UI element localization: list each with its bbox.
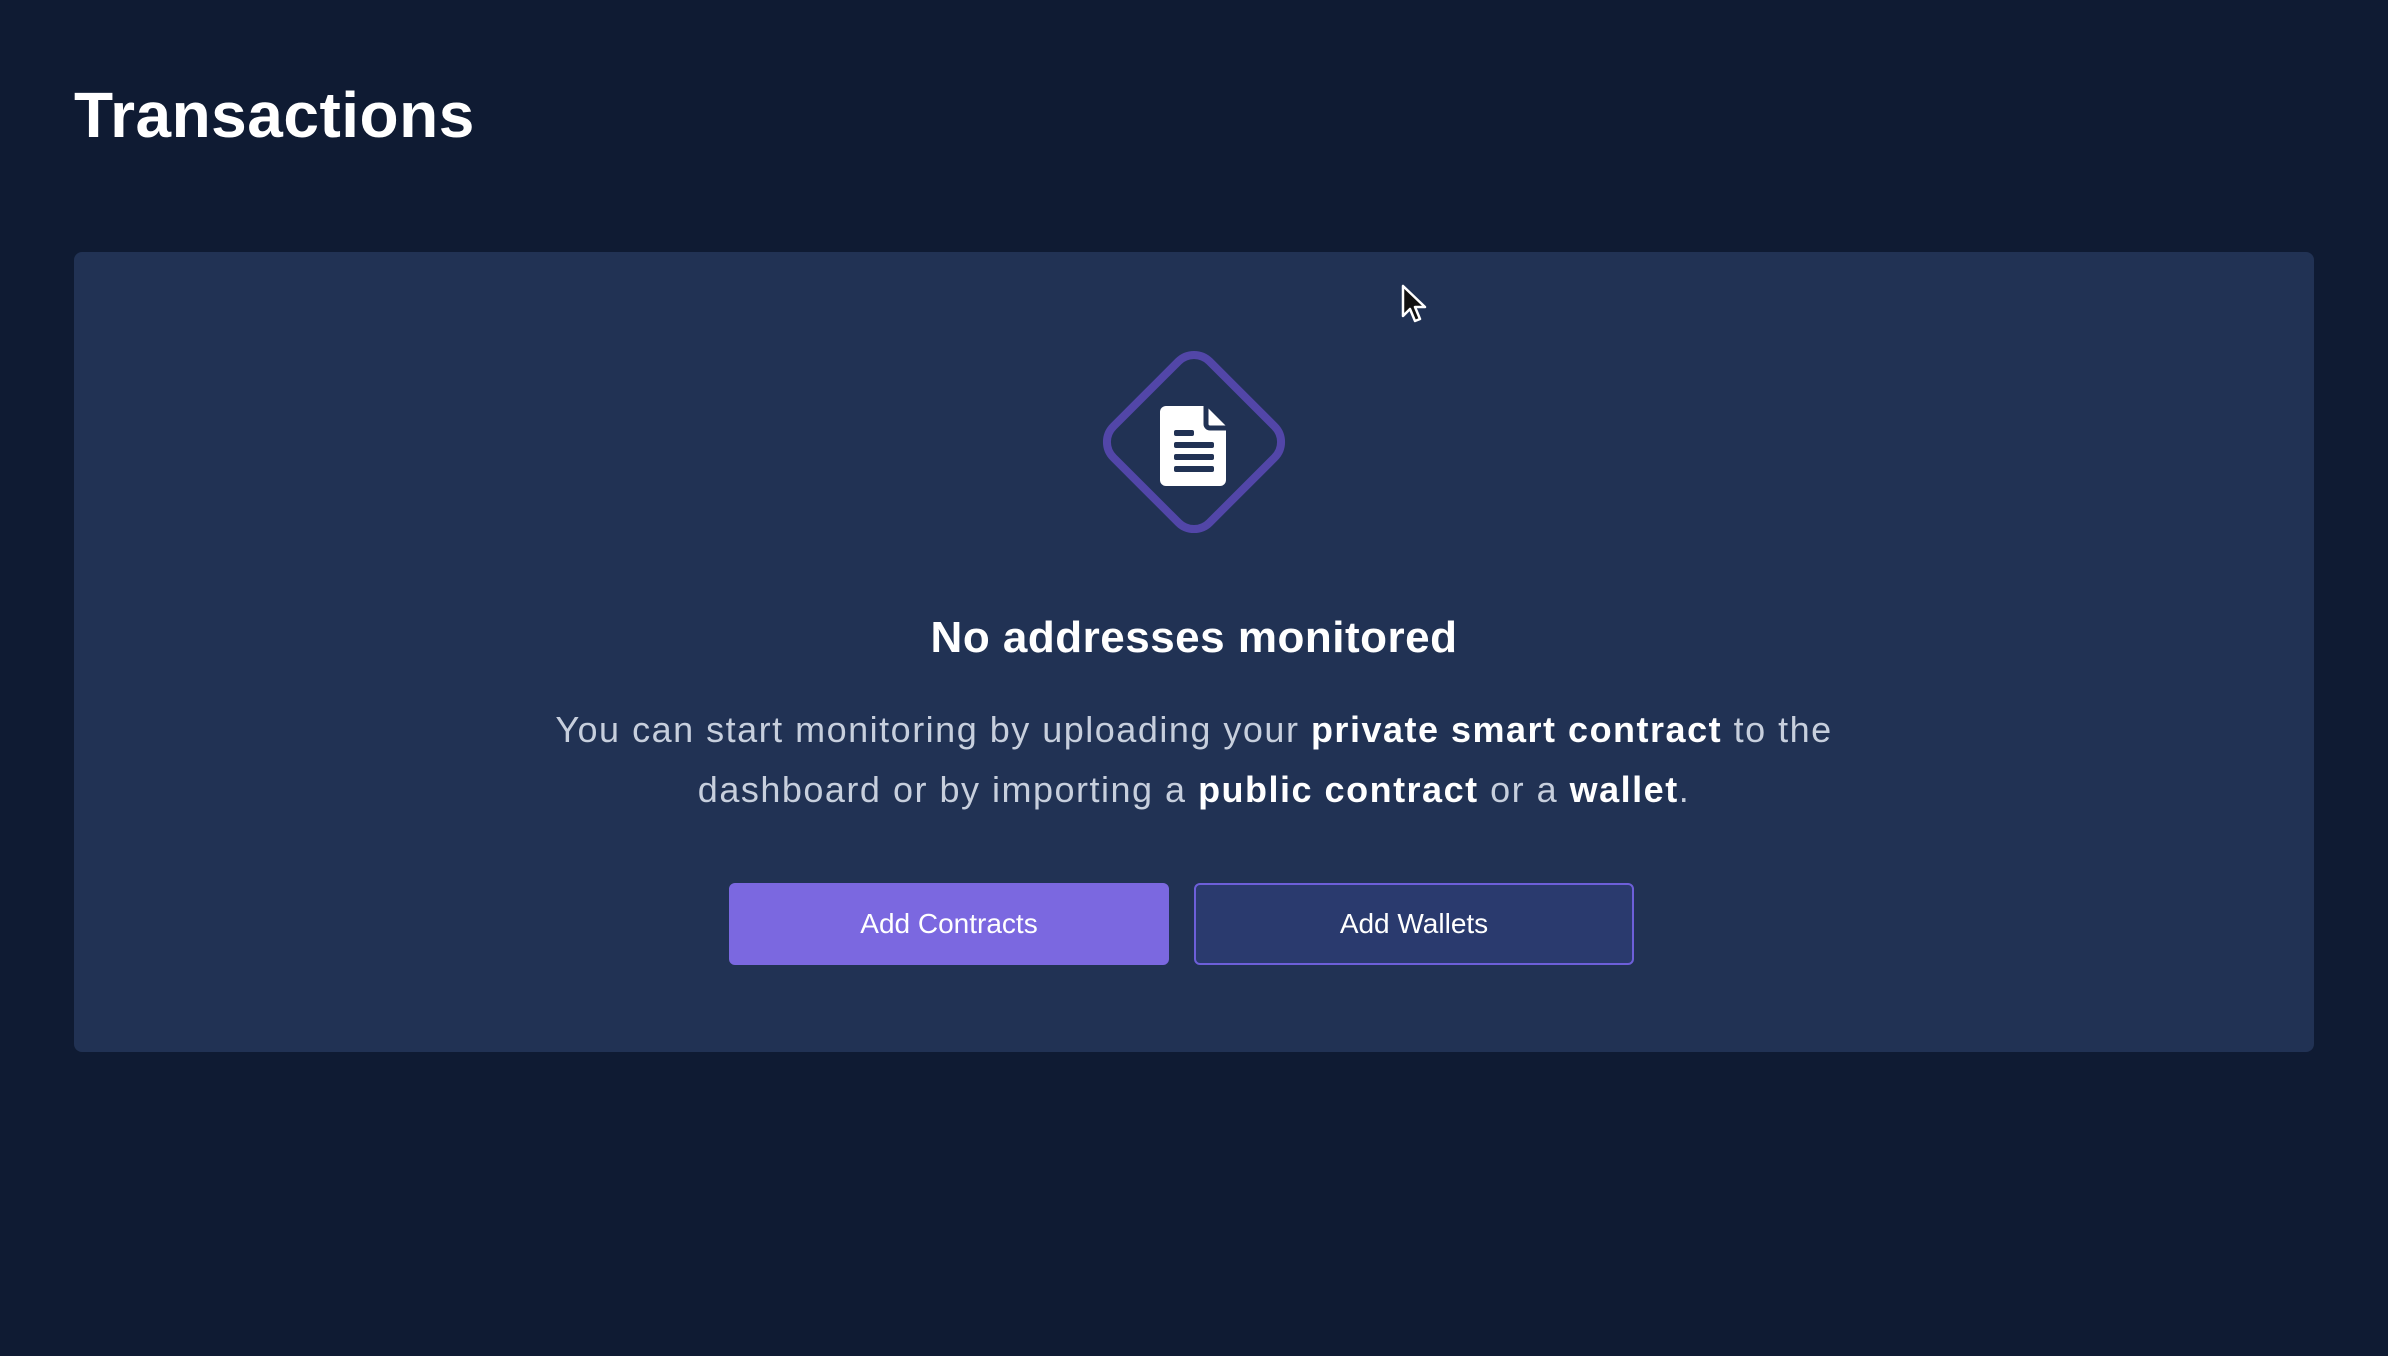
description-text: You can start monitoring by uploading yo… [555,709,1311,750]
add-contracts-button[interactable]: Add Contracts [729,883,1169,965]
transactions-page: Transactions No addresses monitored You … [0,0,2388,1356]
description-text: or a [1478,769,1570,810]
empty-state-description: You can start monitoring by uploading yo… [494,700,1894,820]
public-contract-text: public contract [1198,769,1479,810]
wallet-text: wallet [1569,769,1679,810]
description-text: . [1678,769,1691,810]
empty-state-title: No addresses monitored [930,613,1458,662]
document-icon [1082,330,1306,554]
add-wallets-button[interactable]: Add Wallets [1194,883,1634,965]
mouse-cursor-icon [1401,284,1429,324]
page-title: Transactions [74,79,475,151]
private-smart-contract-text: private smart contract [1310,709,1723,750]
